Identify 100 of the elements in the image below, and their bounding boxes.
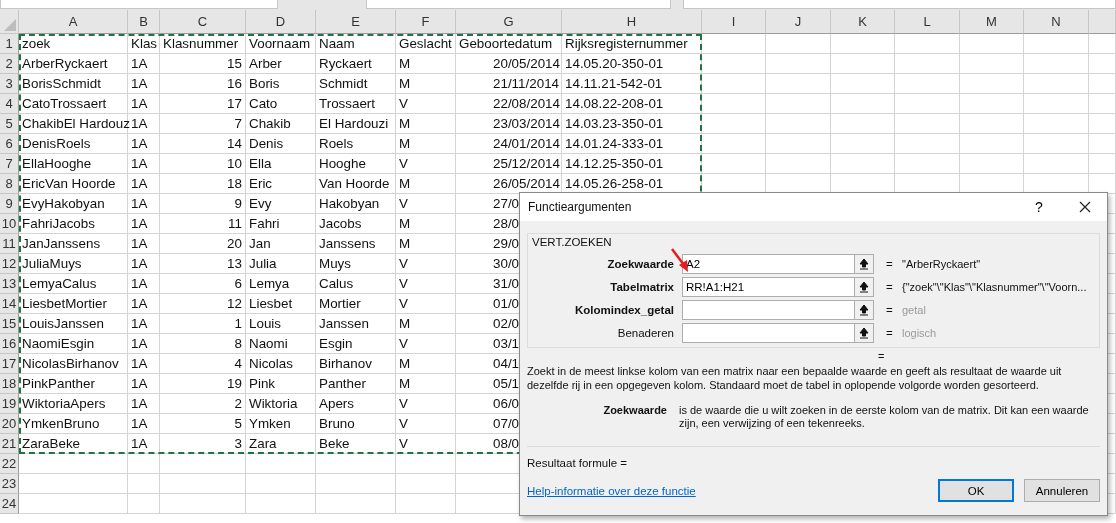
- table-cell[interactable]: WiktoriaApers: [19, 394, 128, 414]
- table-cell[interactable]: JanJanssens: [19, 234, 128, 254]
- table-cell[interactable]: [831, 54, 895, 74]
- table-cell[interactable]: Mortier: [316, 294, 396, 314]
- table-cell[interactable]: [766, 74, 831, 94]
- table-cell[interactable]: Hakobyan: [316, 194, 396, 214]
- table-cell[interactable]: M: [396, 114, 456, 134]
- table-cell[interactable]: 1A: [128, 54, 160, 74]
- table-cell[interactable]: Liesbet: [246, 294, 316, 314]
- table-cell[interactable]: 8: [160, 334, 246, 354]
- table-cell[interactable]: Naam: [316, 34, 396, 54]
- column-header[interactable]: A: [19, 10, 128, 34]
- close-icon[interactable]: [1079, 201, 1091, 213]
- table-cell[interactable]: YmkenBruno: [19, 414, 128, 434]
- table-cell[interactable]: Boris: [246, 74, 316, 94]
- table-cell[interactable]: [895, 114, 960, 134]
- table-cell[interactable]: Ymken: [246, 414, 316, 434]
- table-cell[interactable]: V: [396, 394, 456, 414]
- table-cell[interactable]: V: [396, 94, 456, 114]
- table-cell[interactable]: [128, 494, 160, 514]
- table-cell[interactable]: ChakibEl Hardouz: [19, 114, 128, 134]
- table-cell[interactable]: [396, 454, 456, 474]
- row-header[interactable]: 15: [0, 314, 19, 334]
- table-cell[interactable]: M: [396, 54, 456, 74]
- table-cell[interactable]: V: [396, 194, 456, 214]
- table-cell[interactable]: El Hardouzi: [316, 114, 396, 134]
- table-cell[interactable]: Geboortedatum: [456, 34, 562, 54]
- table-cell[interactable]: [1089, 114, 1116, 134]
- table-cell[interactable]: Janssen: [316, 314, 396, 334]
- row-header[interactable]: 21: [0, 434, 19, 454]
- table-cell[interactable]: 14.08.22-208-01: [562, 94, 702, 114]
- table-cell[interactable]: [128, 474, 160, 494]
- table-cell[interactable]: V: [396, 154, 456, 174]
- table-cell[interactable]: Panther: [316, 374, 396, 394]
- table-cell[interactable]: [766, 94, 831, 114]
- table-cell[interactable]: V: [396, 334, 456, 354]
- table-cell[interactable]: CatoTrossaert: [19, 94, 128, 114]
- column-header[interactable]: M: [960, 10, 1024, 34]
- table-cell[interactable]: Trossaert: [316, 94, 396, 114]
- table-cell[interactable]: 2: [160, 394, 246, 414]
- table-cell[interactable]: [831, 74, 895, 94]
- row-header[interactable]: 14: [0, 294, 19, 314]
- table-cell[interactable]: Louis: [246, 314, 316, 334]
- table-cell[interactable]: [960, 74, 1024, 94]
- input-field[interactable]: A2: [682, 254, 854, 274]
- column-header[interactable]: D: [246, 10, 316, 34]
- table-cell[interactable]: LemyaCalus: [19, 274, 128, 294]
- table-cell[interactable]: [702, 114, 766, 134]
- column-header[interactable]: F: [396, 10, 456, 34]
- table-cell[interactable]: [702, 74, 766, 94]
- table-cell[interactable]: 21/11/2014: [456, 74, 562, 94]
- row-header[interactable]: 9: [0, 194, 19, 214]
- table-cell[interactable]: Calus: [316, 274, 396, 294]
- table-cell[interactable]: 5: [160, 414, 246, 434]
- table-cell[interactable]: Denis: [246, 134, 316, 154]
- table-cell[interactable]: 1A: [128, 374, 160, 394]
- table-cell[interactable]: BorisSchmidt: [19, 74, 128, 94]
- row-header[interactable]: 18: [0, 374, 19, 394]
- table-cell[interactable]: 20: [160, 234, 246, 254]
- table-cell[interactable]: 1A: [128, 294, 160, 314]
- row-header[interactable]: 8: [0, 174, 19, 194]
- table-cell[interactable]: [128, 454, 160, 474]
- table-cell[interactable]: [1089, 34, 1116, 54]
- table-cell[interactable]: 17: [160, 94, 246, 114]
- table-cell[interactable]: M: [396, 174, 456, 194]
- table-cell[interactable]: zoek: [19, 34, 128, 54]
- table-cell[interactable]: [396, 494, 456, 514]
- table-cell[interactable]: 25/12/2014: [456, 154, 562, 174]
- dialog-button[interactable]: OK: [938, 479, 1014, 502]
- row-header[interactable]: 12: [0, 254, 19, 274]
- table-cell[interactable]: [160, 474, 246, 494]
- table-cell[interactable]: 23/03/2014: [456, 114, 562, 134]
- table-cell[interactable]: Van Hoorde: [316, 174, 396, 194]
- table-cell[interactable]: [702, 34, 766, 54]
- column-header[interactable]: N: [1024, 10, 1089, 34]
- dialog-button[interactable]: Annuleren: [1024, 479, 1100, 502]
- table-cell[interactable]: M: [396, 134, 456, 154]
- table-cell[interactable]: 19: [160, 374, 246, 394]
- table-cell[interactable]: NaomiEsgin: [19, 334, 128, 354]
- table-cell[interactable]: [766, 34, 831, 54]
- table-cell[interactable]: Wiktoria: [246, 394, 316, 414]
- table-cell[interactable]: [1089, 74, 1116, 94]
- table-cell[interactable]: 1A: [128, 334, 160, 354]
- table-cell[interactable]: Beke: [316, 434, 396, 454]
- table-cell[interactable]: Naomi: [246, 334, 316, 354]
- row-header[interactable]: 4: [0, 94, 19, 114]
- table-cell[interactable]: Birhanov: [316, 354, 396, 374]
- table-cell[interactable]: Nicolas: [246, 354, 316, 374]
- table-cell[interactable]: Voornaam: [246, 34, 316, 54]
- row-header[interactable]: 17: [0, 354, 19, 374]
- formula-bar[interactable]: [683, 0, 1116, 9]
- table-cell[interactable]: 1A: [128, 214, 160, 234]
- table-cell[interactable]: EricVan Hoorde: [19, 174, 128, 194]
- table-cell[interactable]: Esgin: [316, 334, 396, 354]
- table-cell[interactable]: 14.01.24-333-01: [562, 134, 702, 154]
- table-cell[interactable]: 20/05/2014: [456, 54, 562, 74]
- table-cell[interactable]: 1A: [128, 234, 160, 254]
- table-cell[interactable]: [1024, 54, 1089, 74]
- table-cell[interactable]: V: [396, 294, 456, 314]
- table-cell[interactable]: [1024, 74, 1089, 94]
